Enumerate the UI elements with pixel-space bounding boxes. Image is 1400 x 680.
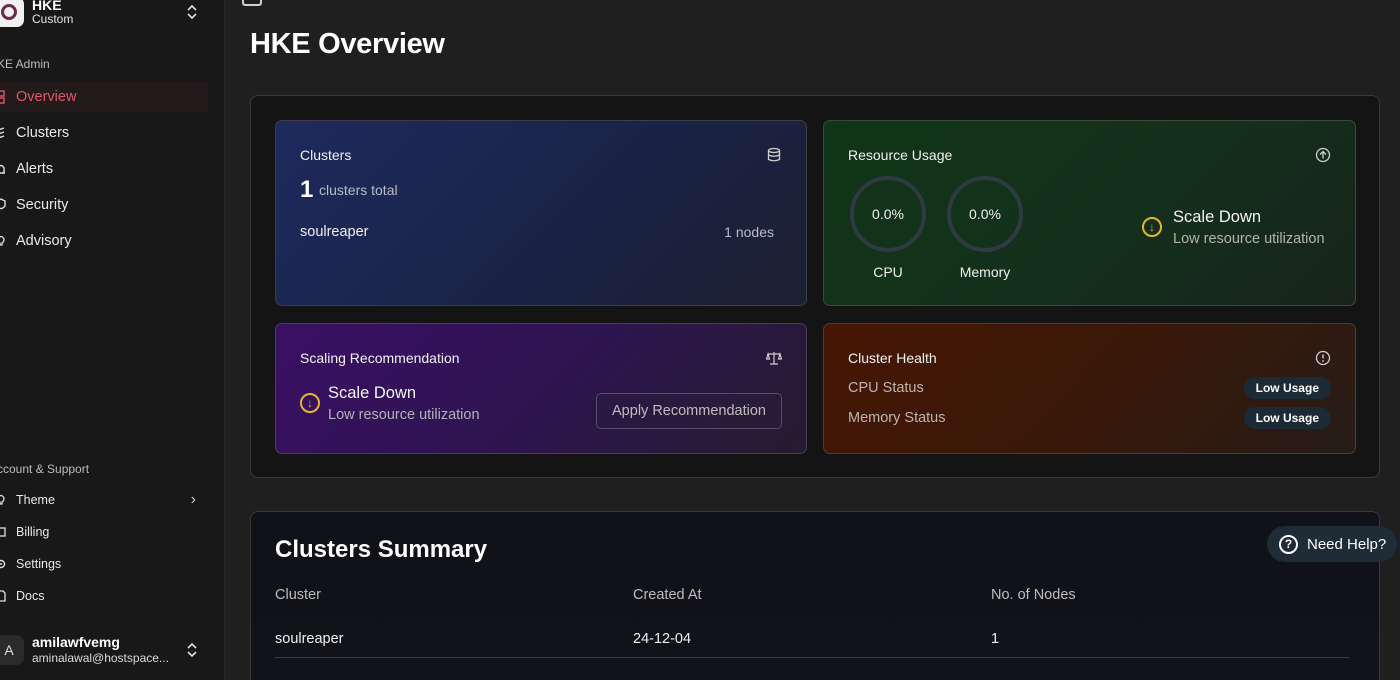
- sidebar-item-security[interactable]: Security: [0, 190, 208, 220]
- avatar: A: [0, 635, 24, 665]
- cell-nodes: 1: [991, 631, 1000, 647]
- cluster-count-label: clusters total: [319, 182, 398, 198]
- org-plan: Custom: [32, 12, 74, 27]
- doc-icon: [0, 588, 10, 604]
- card-title: Resource Usage: [848, 147, 953, 163]
- column-header-nodes: No. of Nodes: [991, 587, 1076, 603]
- column-header-cluster: Cluster: [275, 587, 321, 603]
- sidebar-item-label: Theme: [16, 493, 55, 507]
- sidebar-item-alerts[interactable]: Alerts: [0, 154, 208, 184]
- clusters-card: Clusters 1 clusters total soulreaper 1 n…: [275, 120, 807, 306]
- cluster-nodes: 1 nodes: [724, 224, 774, 240]
- status-badge: Low Usage: [1243, 407, 1331, 429]
- sidebar-item-settings[interactable]: Settings: [0, 551, 208, 577]
- cpu-status-label: CPU Status: [848, 380, 924, 396]
- apply-recommendation-button[interactable]: Apply Recommendation: [596, 393, 782, 429]
- sidebar-item-overview[interactable]: Overview: [0, 82, 208, 112]
- memory-value: 0.0%: [969, 206, 1001, 222]
- group-label-support: ccount & Support: [0, 462, 90, 476]
- org-switcher[interactable]: HKE Custom: [0, 0, 209, 34]
- question-icon: ?: [1279, 534, 1298, 554]
- cluster-health-card: Cluster Health CPU Status Low Usage Memo…: [823, 323, 1356, 454]
- scale-icon: [766, 351, 782, 365]
- sidebar-item-label: Security: [16, 197, 69, 213]
- need-help-label: Need Help?: [1307, 535, 1387, 553]
- database-icon: [767, 147, 781, 162]
- recommendation-subtitle: Low resource utilization: [328, 407, 480, 423]
- section-title: Clusters Summary: [275, 536, 488, 563]
- cluster-count: 1: [300, 176, 314, 203]
- recommendation-title: Scale Down: [328, 384, 417, 402]
- memory-status-label: Memory Status: [848, 410, 946, 426]
- cpu-gauge: 0.0%: [850, 176, 926, 252]
- sidebar-item-label: Overview: [16, 89, 77, 105]
- group-label-admin: KE Admin: [0, 57, 50, 71]
- scaling-recommendation-card: Scaling Recommendation ↓ Scale Down Low …: [275, 323, 807, 454]
- user-menu[interactable]: A amilawfvemg aminalawal@hostspace...: [0, 628, 209, 672]
- cpu-label: CPU: [873, 264, 903, 280]
- sidebar-item-label: Clusters: [16, 125, 70, 141]
- memory-gauge: 0.0%: [947, 176, 1023, 252]
- shield-icon: [0, 197, 10, 213]
- column-header-created: Created At: [633, 587, 702, 603]
- cluster-name[interactable]: soulreaper: [300, 224, 369, 240]
- layers-icon: [0, 125, 10, 141]
- sidebar-item-label: Docs: [16, 589, 45, 603]
- bell-icon: [0, 161, 10, 177]
- arrow-down-circle-icon: ↓: [300, 393, 320, 413]
- sidebar-item-advisory[interactable]: Advisory: [0, 226, 208, 256]
- gear-icon: [0, 556, 10, 572]
- org-logo: [0, 0, 24, 27]
- card-icon: [0, 524, 10, 540]
- need-help-button[interactable]: ? Need Help?: [1267, 526, 1397, 562]
- user-email: aminalawal@hostspace...: [32, 651, 169, 666]
- sidebar-item-label: Alerts: [16, 161, 54, 177]
- chevron-updown-icon: [187, 642, 197, 658]
- cell-created: 24-12-04: [633, 631, 692, 647]
- chevron-right-icon: ›: [190, 491, 196, 508]
- sidebar-item-clusters[interactable]: Clusters: [0, 118, 208, 148]
- card-title: Clusters: [300, 147, 352, 163]
- sidebar-item-label: Billing: [16, 525, 50, 539]
- lightbulb-icon: [0, 233, 10, 249]
- arrow-down-circle-icon: ↓: [1142, 217, 1162, 237]
- recommendation-subtitle: Low resource utilization: [1173, 231, 1325, 247]
- cpu-value: 0.0%: [872, 206, 904, 222]
- alert-circle-icon: [1315, 350, 1331, 366]
- arrow-up-circle-icon: [1315, 147, 1331, 163]
- sidebar: HKE Custom KE Admin Overview Clusters Al…: [0, 0, 225, 680]
- bulb-icon: [0, 492, 10, 508]
- sidebar-toggle-icon[interactable]: [242, 0, 262, 6]
- sidebar-item-label: Settings: [16, 557, 62, 571]
- memory-label: Memory: [959, 264, 1011, 280]
- card-title: Cluster Health: [848, 350, 937, 366]
- row-divider: [275, 657, 1349, 658]
- card-title: Scaling Recommendation: [300, 350, 460, 366]
- status-badge: Low Usage: [1243, 377, 1331, 399]
- page-title: HKE Overview: [250, 28, 445, 60]
- user-name: amilawfvemg: [32, 634, 120, 651]
- sidebar-item-docs[interactable]: Docs: [0, 583, 208, 609]
- grid-icon: [0, 89, 10, 105]
- cell-cluster[interactable]: soulreaper: [275, 631, 344, 647]
- sidebar-item-billing[interactable]: Billing: [0, 519, 208, 545]
- clusters-summary-panel: Clusters Summary Cluster Created At No. …: [250, 511, 1380, 680]
- chevron-updown-icon: [187, 4, 197, 20]
- resource-usage-card: Resource Usage 0.0% CPU 0.0% Memory ↓ Sc…: [823, 120, 1356, 306]
- recommendation-title: Scale Down: [1173, 208, 1262, 226]
- sidebar-item-label: Advisory: [16, 233, 72, 249]
- sidebar-item-theme[interactable]: Theme ›: [0, 487, 208, 513]
